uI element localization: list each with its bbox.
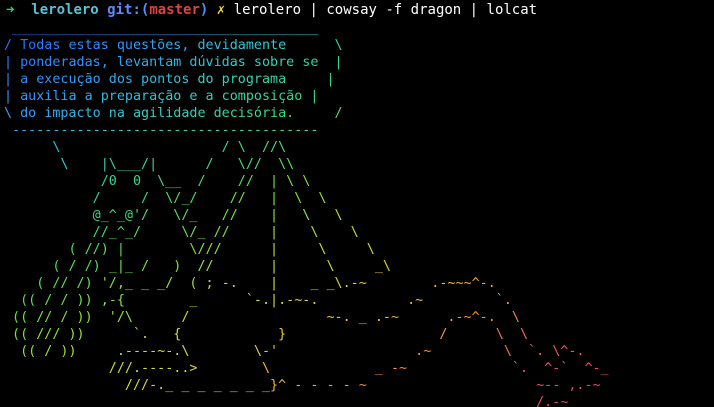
speech-bubble: ______________________________________ / … bbox=[4, 20, 609, 139]
dragon-art-line: (( /// )) `. { } / \ \ bbox=[4, 327, 529, 342]
prompt-directory: lerolero bbox=[31, 2, 99, 18]
dragon-art-line: (( // / )) '/\ / ~-. _ .-~ .-~^-. \ bbox=[4, 310, 520, 325]
speech-bubble-line: | ponderadas, levantam dúvidas sobre se … bbox=[4, 55, 343, 70]
dragon-art-line: \ / \ //\ bbox=[36, 140, 287, 155]
dragon-art-line: \ |\___/| / \// \\ bbox=[36, 157, 295, 172]
dragon-art-line: //_^_/ \/_ // | \ \ bbox=[68, 225, 359, 240]
speech-bubble-line: / Todas estas questões, devidamente \ bbox=[4, 38, 343, 53]
prompt-git-label: git:( bbox=[107, 2, 150, 18]
dragon-art-line: ( / /) _|_ / ) // | \ _\ bbox=[36, 259, 391, 274]
prompt-git-branch: master bbox=[149, 2, 200, 18]
speech-bubble-line: -------------------------------------- bbox=[4, 123, 319, 138]
speech-bubble-line: | a execução dos pontos do programa | bbox=[4, 72, 335, 87]
dragon-art-line: (( / )) .----~-.\ \-' .~ \ `. \^-. bbox=[4, 344, 585, 359]
speech-bubble-line: | auxilia a preparação e a composição | bbox=[4, 89, 319, 104]
dragon-art-line: /.-~ bbox=[520, 395, 569, 407]
prompt-arrow-icon: ➜ bbox=[6, 2, 15, 18]
shell-prompt: ➜ lerolero git:(master) ✗ lerolero | cow… bbox=[6, 2, 537, 19]
dragon-art-line: ( // /) '/,_ _ _/ ( ; -. | _ _\.-~ .-~~~… bbox=[36, 276, 496, 291]
dragon-art-line: (( / / )) ,-{ _ `-.|.-~-. .~ `. bbox=[4, 293, 512, 308]
speech-bubble-line: ______________________________________ bbox=[4, 21, 319, 36]
speech-bubble-line: \ do impacto na agilidade decisória. / bbox=[4, 106, 343, 121]
dragon-art-line: ///.----..> \ _ -~ `. ^-` ^-_ bbox=[100, 361, 609, 376]
dragon-ascii-art: \ / \ //\ \ |\___/| / \// \\ /0 0 \__ / … bbox=[4, 139, 609, 407]
terminal-window[interactable]: ➜ lerolero git:(master) ✗ lerolero | cow… bbox=[0, 0, 714, 407]
prompt-git-close: ) bbox=[199, 2, 209, 18]
dragon-art-line: ( //) | \/// | \ \ bbox=[68, 242, 375, 257]
dragon-art-line: / / \/_/ // | \ \ bbox=[68, 191, 327, 206]
prompt-command: lerolero | cowsay -f dragon | lolcat bbox=[233, 2, 538, 18]
dragon-art-line: @_^_@'/ \/_ // | \ \ bbox=[68, 208, 343, 223]
dragon-art-line: /0 0 \__ / // | \ \ bbox=[100, 174, 311, 189]
dragon-art-line: ///-._ _ _ _ _ _ _}^ - - - - ~ ~-- ,.-~ bbox=[100, 378, 601, 393]
command-output: ______________________________________ / … bbox=[4, 20, 609, 407]
prompt-dirty-icon: ✗ bbox=[216, 2, 226, 18]
